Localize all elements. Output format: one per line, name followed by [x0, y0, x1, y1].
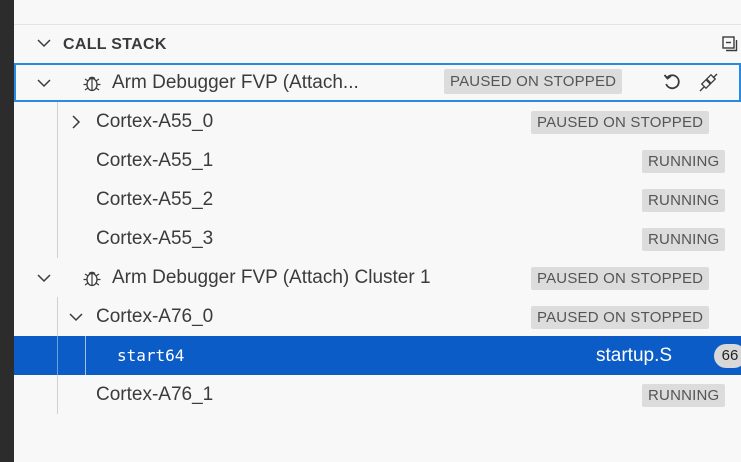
chevron-down-icon[interactable] — [36, 270, 52, 286]
thread-name: Cortex-A55_1 — [96, 150, 214, 171]
chevron-down-icon[interactable] — [36, 75, 52, 91]
thread-row[interactable]: Cortex-A76_0 PAUSED ON STOPPED — [14, 297, 741, 336]
status-badge: PAUSED ON STOPPED — [531, 111, 710, 134]
status-badge: RUNNING — [642, 189, 726, 212]
tree-guide — [85, 336, 86, 375]
section-title: CALL STACK — [63, 36, 167, 53]
chevron-down-icon[interactable] — [36, 35, 52, 51]
thread-row[interactable]: Cortex-A55_3 RUNNING — [14, 219, 741, 258]
thread-name: Cortex-A55_3 — [96, 228, 214, 249]
frame-function: start64 — [117, 346, 185, 365]
tree-guide — [57, 297, 58, 336]
tree-guide — [57, 219, 58, 258]
tree-guide — [57, 375, 58, 414]
stack-frame-row[interactable]: start64 startup.S 66 — [14, 336, 741, 375]
tree-guide — [57, 336, 58, 375]
call-stack-header[interactable]: CALL STACK — [14, 25, 741, 63]
chevron-right-icon[interactable] — [68, 114, 84, 130]
thread-row[interactable]: Cortex-A55_2 RUNNING — [14, 180, 741, 219]
status-badge: RUNNING — [642, 150, 726, 173]
status-badge: PAUSED ON STOPPED — [531, 306, 710, 329]
session-row[interactable]: Arm Debugger FVP (Attach) Cluster 1 PAUS… — [14, 258, 741, 297]
thread-name: Cortex-A55_0 — [96, 111, 214, 132]
status-badge: PAUSED ON STOPPED — [531, 267, 710, 290]
session-row[interactable]: Arm Debugger FVP (Attach... PAUSED ON ST… — [14, 63, 741, 102]
restart-icon[interactable] — [662, 72, 682, 92]
status-badge: RUNNING — [642, 384, 726, 407]
disconnect-icon[interactable] — [697, 72, 719, 94]
thread-name: Cortex-A55_2 — [96, 189, 214, 210]
bug-icon — [83, 271, 101, 287]
chevron-down-icon[interactable] — [68, 309, 84, 325]
frame-file[interactable]: startup.S — [596, 345, 672, 367]
session-name: Arm Debugger FVP (Attach) Cluster 1 — [112, 267, 431, 288]
status-badge: PAUSED ON STOPPED — [444, 69, 623, 94]
tree-guide — [57, 102, 58, 141]
thread-name: Cortex-A76_0 — [96, 306, 214, 327]
thread-row[interactable]: Cortex-A55_0 PAUSED ON STOPPED — [14, 102, 741, 141]
bug-icon — [83, 76, 101, 92]
thread-row[interactable]: Cortex-A55_1 RUNNING — [14, 141, 741, 180]
tree-guide — [57, 180, 58, 219]
thread-name: Cortex-A76_1 — [96, 384, 214, 405]
frame-line-badge: 66 — [714, 344, 741, 368]
collapse-all-icon[interactable] — [720, 34, 740, 54]
tree-guide — [57, 141, 58, 180]
thread-row[interactable]: Cortex-A76_1 RUNNING — [14, 375, 741, 414]
activity-bar-edge — [0, 0, 14, 462]
status-badge: RUNNING — [642, 228, 726, 251]
session-name: Arm Debugger FVP (Attach... — [112, 72, 359, 93]
